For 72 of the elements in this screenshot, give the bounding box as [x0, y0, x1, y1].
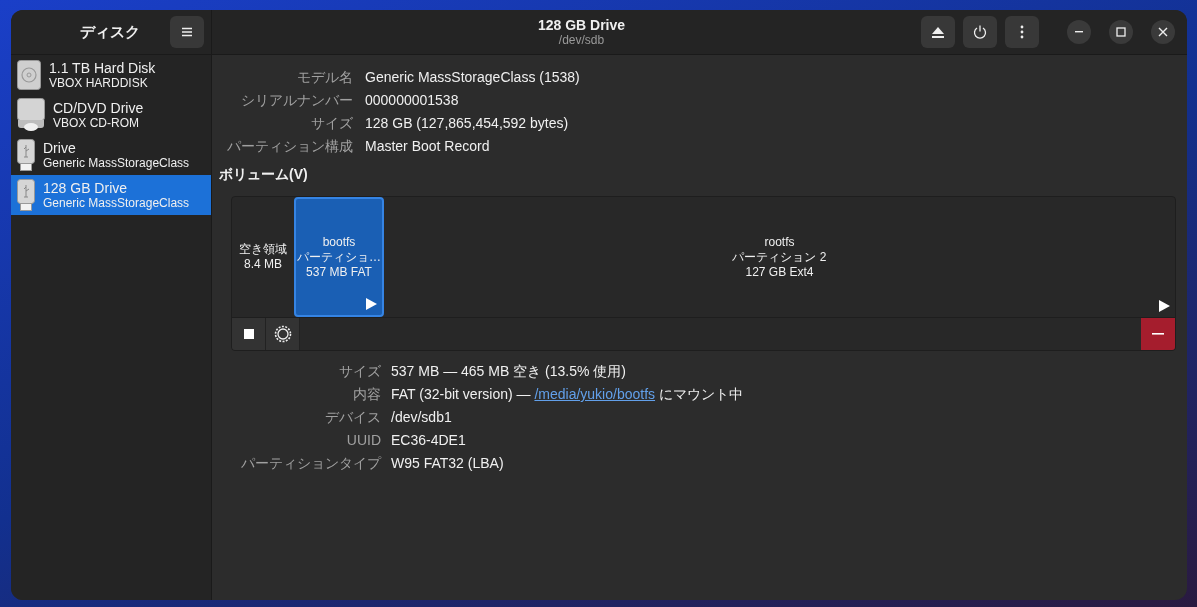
- disk-model: VBOX CD-ROM: [53, 116, 140, 130]
- optical-drive-icon: [17, 98, 45, 132]
- section-heading: ボリューム(V): [219, 166, 309, 184]
- disk-list-item[interactable]: 1.1 TB Hard Disk VBOX HARDDISK: [11, 55, 211, 95]
- property-value: W95 FAT32 (LBA): [391, 454, 505, 473]
- property-value: Master Boot Record: [365, 137, 491, 156]
- property-value: 128 GB (127,865,454,592 bytes): [365, 114, 570, 133]
- maximize-icon: [1116, 27, 1126, 37]
- partition-block[interactable]: rootfs パーティション 2 127 GB Ext4: [384, 197, 1175, 317]
- partition-label: rootfs: [764, 234, 795, 250]
- window-title: 128 GB Drive: [537, 17, 626, 33]
- stop-icon: [243, 329, 254, 339]
- property-label: パーティション構成: [226, 137, 353, 156]
- partition-label: 8.4 MB: [244, 257, 282, 272]
- property-label: シリアルナンバー: [240, 91, 353, 110]
- delete-partition-button[interactable]: [1141, 318, 1175, 350]
- disk-list-item[interactable]: Drive Generic MassStorageClass: [11, 135, 211, 175]
- usb-drive-icon: [17, 179, 35, 211]
- property-label: モデル名: [296, 68, 353, 87]
- partition-label: パーティショ…: [297, 249, 381, 265]
- property-label: UUID: [345, 431, 381, 450]
- property-value: 537 MB — 465 MB 空き (13.5% 使用): [391, 362, 627, 381]
- minimize-button[interactable]: [1067, 20, 1091, 44]
- power-button[interactable]: [963, 16, 997, 48]
- property-label: 内容: [352, 385, 381, 404]
- eject-button[interactable]: [921, 16, 955, 48]
- eject-icon: [932, 26, 944, 38]
- minimize-icon: [1075, 31, 1083, 33]
- disk-list-item[interactable]: CD/DVD Drive VBOX CD-ROM: [11, 95, 211, 135]
- minus-icon: [1152, 333, 1164, 335]
- settings-icon: [273, 325, 292, 343]
- settings-button[interactable]: [266, 318, 300, 350]
- partition-block[interactable]: 空き領域 8.4 MB: [232, 197, 294, 317]
- stop-button[interactable]: [232, 318, 266, 350]
- disk-list-item[interactable]: 128 GB Drive Generic MassStorageClass: [11, 175, 211, 215]
- disk-name: 1.1 TB Hard Disk: [49, 60, 156, 76]
- mount-path-link[interactable]: /media/yukio/bootfs: [534, 386, 656, 402]
- menu-button[interactable]: [170, 16, 204, 48]
- disk-model: Generic MassStorageClass: [43, 196, 190, 210]
- power-icon: [973, 25, 987, 39]
- partition-label: 空き領域: [239, 242, 287, 257]
- more-options-icon: [1020, 25, 1024, 39]
- disk-model: VBOX HARDDISK: [49, 76, 149, 90]
- property-value: EC36-4DE1: [391, 431, 467, 450]
- property-label: パーティションタイプ: [240, 454, 381, 473]
- property-value: FAT (32-bit version) —: [391, 386, 532, 402]
- property-value: Generic MassStorageClass (1538): [365, 68, 581, 87]
- property-value: 000000001538: [365, 91, 460, 110]
- partition-label: パーティション 2: [732, 249, 827, 265]
- play-icon: [365, 298, 377, 310]
- sidebar-title: ディスク: [80, 22, 140, 42]
- partition-label: 537 MB FAT: [306, 264, 372, 280]
- disk-name: 128 GB Drive: [43, 180, 129, 196]
- partition-label: bootfs: [322, 234, 356, 250]
- disk-model: Generic MassStorageClass: [43, 156, 190, 170]
- partition-label: 127 GB Ext4: [745, 264, 814, 280]
- close-button[interactable]: [1151, 20, 1175, 44]
- disk-name: CD/DVD Drive: [53, 100, 144, 116]
- property-value: /dev/sdb1: [391, 408, 453, 427]
- maximize-button[interactable]: [1109, 20, 1133, 44]
- close-icon: [1158, 27, 1168, 37]
- property-label: デバイス: [324, 408, 381, 427]
- property-value: にマウント中: [657, 386, 743, 402]
- more-options-button[interactable]: [1005, 16, 1039, 48]
- window-subtitle: /dev/sdb: [558, 33, 605, 47]
- play-icon: [1158, 300, 1170, 312]
- property-label: サイズ: [338, 362, 381, 381]
- usb-drive-icon: [17, 139, 35, 171]
- partition-block[interactable]: bootfs パーティショ… 537 MB FAT: [294, 197, 384, 317]
- menu-icon: [181, 27, 193, 37]
- disk-name: Drive: [43, 140, 77, 156]
- property-label: サイズ: [310, 114, 353, 133]
